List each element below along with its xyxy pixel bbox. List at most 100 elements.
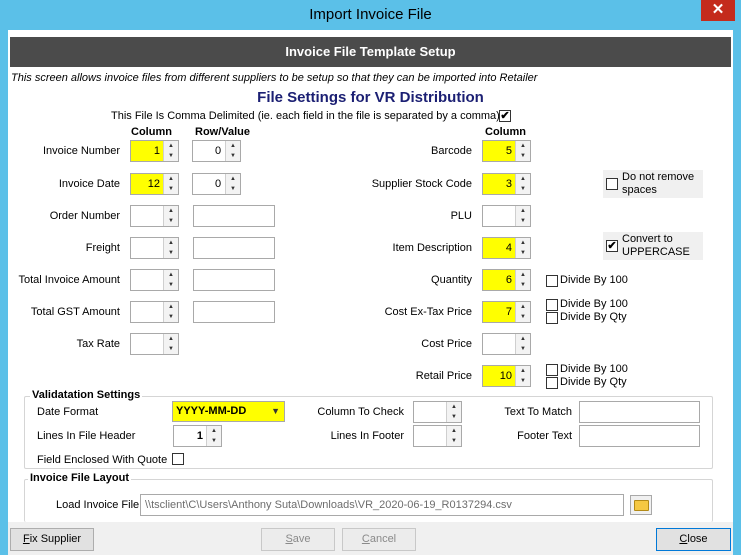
spin-up-icon[interactable]: ▲: [516, 238, 530, 248]
spin-down-icon[interactable]: ▼: [207, 436, 221, 446]
window-close-button[interactable]: ✕: [701, 0, 735, 21]
spin-up-icon[interactable]: ▲: [164, 238, 178, 248]
spin-up-icon[interactable]: ▲: [447, 426, 461, 436]
stepper-value: 7: [505, 306, 512, 318]
text-to-match-input[interactable]: [579, 401, 700, 423]
invoice-file-path-input[interactable]: \\tsclient\C\Users\Anthony Suta\Download…: [140, 494, 624, 516]
save-button[interactable]: Save: [261, 528, 335, 551]
tax-rate-column-stepper[interactable]: ▲ ▼: [130, 333, 179, 355]
lines-in-footer-stepper[interactable]: ▲ ▼: [413, 425, 462, 447]
plu-column-stepper[interactable]: ▲ ▼: [482, 205, 531, 227]
spin-up-icon[interactable]: ▲: [226, 141, 240, 151]
spin-down-icon[interactable]: ▼: [516, 248, 530, 258]
spin-down-icon[interactable]: ▼: [516, 344, 530, 354]
spin-up-icon[interactable]: ▲: [164, 141, 178, 151]
do-not-remove-spaces-checkbox[interactable]: [606, 178, 618, 190]
spin-up-icon[interactable]: ▲: [207, 426, 221, 436]
order-number-column-stepper[interactable]: ▲ ▼: [130, 205, 179, 227]
spin-down-icon[interactable]: ▼: [226, 151, 240, 161]
spin-down-icon[interactable]: ▼: [226, 184, 240, 194]
fix-supplier-button[interactable]: Fix Supplier: [10, 528, 94, 551]
footer-text-input[interactable]: [579, 425, 700, 447]
spin-up-icon[interactable]: ▲: [516, 206, 530, 216]
spin-up-icon[interactable]: ▲: [164, 174, 178, 184]
stepper-value: 3: [505, 178, 512, 190]
quantity-column-stepper[interactable]: 6 ▲ ▼: [482, 269, 531, 291]
spin-down-icon[interactable]: ▼: [164, 280, 178, 290]
stepper-value: 1: [196, 430, 203, 442]
freight-value-input[interactable]: [193, 237, 275, 259]
spin-up-icon[interactable]: ▲: [164, 302, 178, 312]
stepper-value: [131, 206, 163, 226]
invoice-date-column-stepper[interactable]: 12 ▲ ▼: [130, 173, 179, 195]
spin-up-icon[interactable]: ▲: [516, 334, 530, 344]
spin-down-icon[interactable]: ▼: [516, 151, 530, 161]
field-enclosed-with-quote-checkbox[interactable]: [172, 453, 184, 465]
freight-column-stepper[interactable]: ▲ ▼: [130, 237, 179, 259]
cost-divide-by-qty-checkbox[interactable]: [546, 312, 558, 324]
spin-down-icon[interactable]: ▼: [164, 312, 178, 322]
chevron-down-icon[interactable]: ▼: [271, 402, 280, 421]
spin-up-icon[interactable]: ▲: [516, 270, 530, 280]
spin-up-icon[interactable]: ▲: [164, 334, 178, 344]
cost-ex-tax-price-column-stepper[interactable]: 7 ▲ ▼: [482, 301, 531, 323]
item-description-column-stepper[interactable]: 4 ▲ ▼: [482, 237, 531, 259]
close-button[interactable]: Close: [656, 528, 731, 551]
order-number-value-input[interactable]: [193, 205, 275, 227]
convert-uppercase-checkbox[interactable]: ✔: [606, 240, 618, 252]
invoice-number-column-stepper[interactable]: 1 ▲ ▼: [130, 140, 179, 162]
spin-up-icon[interactable]: ▲: [516, 302, 530, 312]
spin-up-icon[interactable]: ▲: [226, 174, 240, 184]
spin-down-icon[interactable]: ▼: [164, 344, 178, 354]
retail-divide-by-100-checkbox[interactable]: [546, 364, 558, 376]
spin-up-icon[interactable]: ▲: [164, 206, 178, 216]
retail-price-column-stepper[interactable]: 10 ▲ ▼: [482, 365, 531, 387]
plu-label: PLU: [450, 210, 472, 222]
spin-down-icon[interactable]: ▼: [516, 280, 530, 290]
invoice-date-row-stepper[interactable]: 0 ▲ ▼: [192, 173, 241, 195]
spin-down-icon[interactable]: ▼: [516, 312, 530, 322]
lines-in-file-header-stepper[interactable]: 1 ▲ ▼: [173, 425, 222, 447]
spin-down-icon[interactable]: ▼: [164, 184, 178, 194]
retail-divide-by-qty-label: Divide By Qty: [560, 376, 627, 388]
invoice-number-row-stepper[interactable]: 0 ▲ ▼: [192, 140, 241, 162]
intro-text: This screen allows invoice files from di…: [11, 72, 538, 84]
spin-down-icon[interactable]: ▼: [447, 412, 461, 422]
browse-file-button[interactable]: [630, 495, 652, 515]
cost-price-column-stepper[interactable]: ▲ ▼: [482, 333, 531, 355]
total-gst-amount-value-input[interactable]: [193, 301, 275, 323]
spin-down-icon[interactable]: ▼: [164, 151, 178, 161]
spin-up-icon[interactable]: ▲: [447, 402, 461, 412]
stepper-value: 6: [505, 274, 512, 286]
spin-down-icon[interactable]: ▼: [516, 184, 530, 194]
total-invoice-amount-value-input[interactable]: [193, 269, 275, 291]
supplier-stock-code-column-stepper[interactable]: 3 ▲ ▼: [482, 173, 531, 195]
total-invoice-amount-column-stepper[interactable]: ▲ ▼: [130, 269, 179, 291]
stepper-value: [414, 426, 446, 446]
comma-delimited-checkbox[interactable]: ✔: [499, 110, 511, 122]
total-gst-amount-column-stepper[interactable]: ▲ ▼: [130, 301, 179, 323]
spin-down-icon[interactable]: ▼: [516, 216, 530, 226]
spin-down-icon[interactable]: ▼: [447, 436, 461, 446]
quantity-divide-by-100-checkbox[interactable]: [546, 275, 558, 287]
column-to-check-stepper[interactable]: ▲ ▼: [413, 401, 462, 423]
spin-down-icon[interactable]: ▼: [164, 248, 178, 258]
cost-divide-by-100-checkbox[interactable]: [546, 299, 558, 311]
quantity-divide-by-100-label: Divide By 100: [560, 274, 628, 286]
spin-up-icon[interactable]: ▲: [516, 141, 530, 151]
spin-down-icon[interactable]: ▼: [164, 216, 178, 226]
date-format-select[interactable]: YYYY-MM-DD ▼: [172, 401, 285, 422]
spin-up-icon[interactable]: ▲: [516, 366, 530, 376]
spin-down-icon[interactable]: ▼: [516, 376, 530, 386]
cancel-button[interactable]: Cancel: [342, 528, 416, 551]
barcode-column-stepper[interactable]: 5 ▲ ▼: [482, 140, 531, 162]
stepper-value: [483, 334, 515, 354]
do-not-remove-spaces-label: Do not remove spaces: [622, 171, 695, 196]
total-invoice-amount-label: Total Invoice Amount: [18, 274, 120, 286]
stepper-value: [483, 206, 515, 226]
comma-delimited-label: This File Is Comma Delimited (ie. each f…: [111, 110, 500, 122]
spin-up-icon[interactable]: ▲: [164, 270, 178, 280]
retail-divide-by-qty-checkbox[interactable]: [546, 377, 558, 389]
date-format-label: Date Format: [37, 406, 99, 418]
spin-up-icon[interactable]: ▲: [516, 174, 530, 184]
